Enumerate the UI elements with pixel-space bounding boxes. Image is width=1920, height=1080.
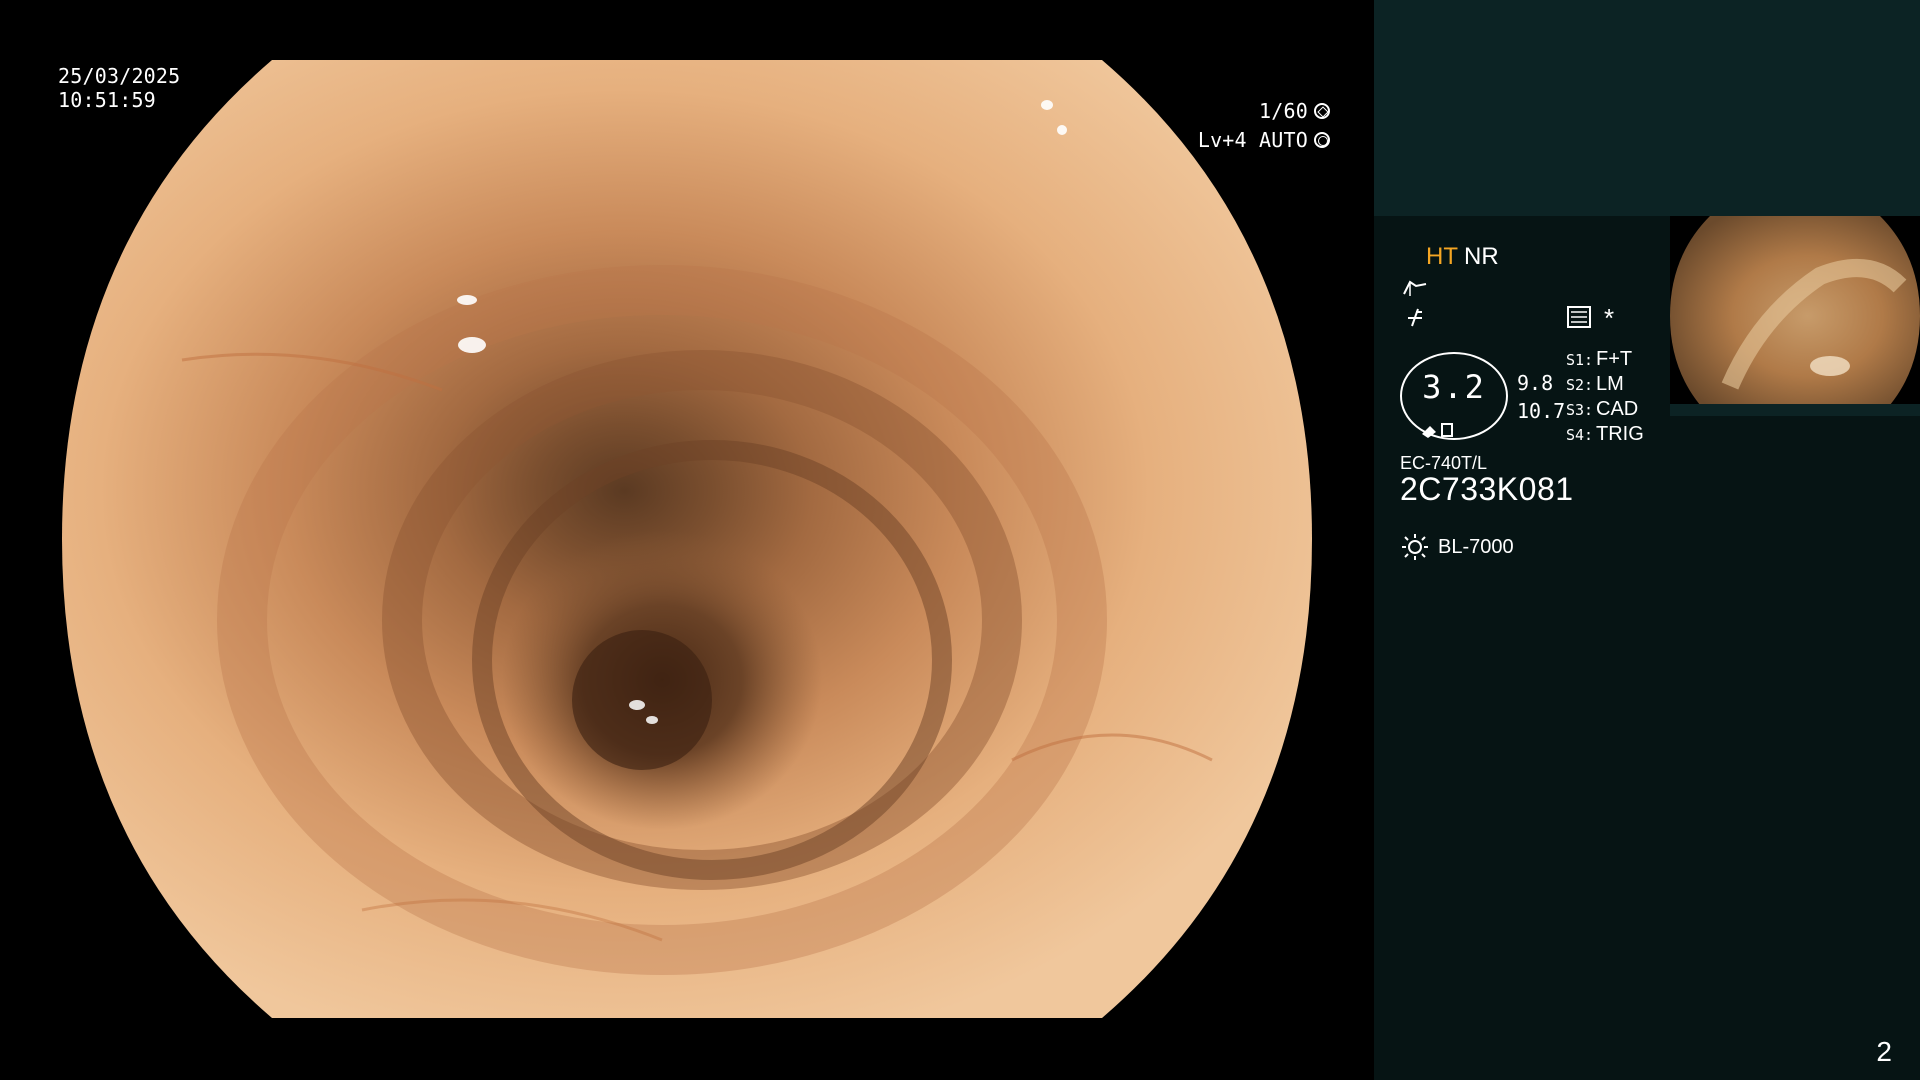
captured-thumbnail[interactable] <box>1670 216 1920 416</box>
thumbnail-caption-bar <box>1670 404 1920 416</box>
switch-row: S4: TRIG <box>1566 423 1644 448</box>
level-text: Lv+4 AUTO <box>1197 128 1308 152</box>
switch-key: S3: <box>1566 401 1594 419</box>
ht-indicator: HT <box>1426 243 1458 270</box>
switch-key: S4: <box>1566 426 1594 444</box>
endoscope-video-area: 25/03/2025 10:51:59 1/60 Lv+4 AUTO <box>0 0 1374 1080</box>
asterisk-indicator: * <box>1604 303 1615 333</box>
settings-list-icon <box>1567 306 1591 328</box>
auto-iris-icon <box>1314 132 1330 148</box>
switch-row: S2: LM <box>1566 373 1644 398</box>
level-readout: Lv+4 AUTO <box>1198 128 1330 152</box>
switch-value: CAD <box>1596 398 1639 420</box>
status-panel-header <box>1374 0 1920 216</box>
switch-value: F+T <box>1596 348 1633 370</box>
time-text: 10:51:59 <box>58 88 156 112</box>
scope-serial: 2C733K081 <box>1400 471 1574 507</box>
value-one: 9.8 <box>1517 371 1554 395</box>
switch-key: S1: <box>1566 351 1594 369</box>
light-source-text: BL-7000 <box>1438 535 1514 558</box>
switch-value: LM <box>1596 373 1624 395</box>
endoscopy-monitor-screen: 25/03/2025 10:51:59 1/60 Lv+4 AUTO HT NR <box>0 0 1920 1080</box>
value-two: 10.7 <box>1517 399 1566 423</box>
status-panel: HT NR * 3.2 9.8 10.7 S1: F+T S2: LM S3: … <box>1374 0 1920 1080</box>
thumbnail-image <box>1670 216 1920 416</box>
enhance-curve-icon <box>1403 280 1427 296</box>
switch-assignment-list: S1: F+T S2: LM S3: CAD S4: TRIG <box>1566 348 1644 448</box>
shutter-readout: 1/60 <box>1259 99 1330 123</box>
tone-icon <box>1408 308 1422 327</box>
nr-indicator: NR <box>1464 243 1499 270</box>
date-time-readout: 25/03/2025 10:51:59 <box>58 64 180 112</box>
switch-row: S1: F+T <box>1566 348 1644 373</box>
iris-marker-icon <box>1422 423 1453 438</box>
page-number: 2 <box>1876 1036 1892 1067</box>
shutter-text: 1/60 <box>1259 99 1308 123</box>
endoscopic-image <box>62 60 1312 1018</box>
switch-value: TRIG <box>1596 423 1644 445</box>
light-source-icon <box>1402 534 1428 560</box>
shutter-icon <box>1314 103 1330 119</box>
iris-value: 3.2 <box>1422 368 1486 406</box>
switch-row: S3: CAD <box>1566 398 1644 423</box>
light-source-row: BL-7000 <box>1400 532 1514 562</box>
date-text: 25/03/2025 <box>58 64 181 88</box>
switch-key: S2: <box>1566 376 1594 394</box>
endoscopic-image-svg <box>62 60 1312 1018</box>
